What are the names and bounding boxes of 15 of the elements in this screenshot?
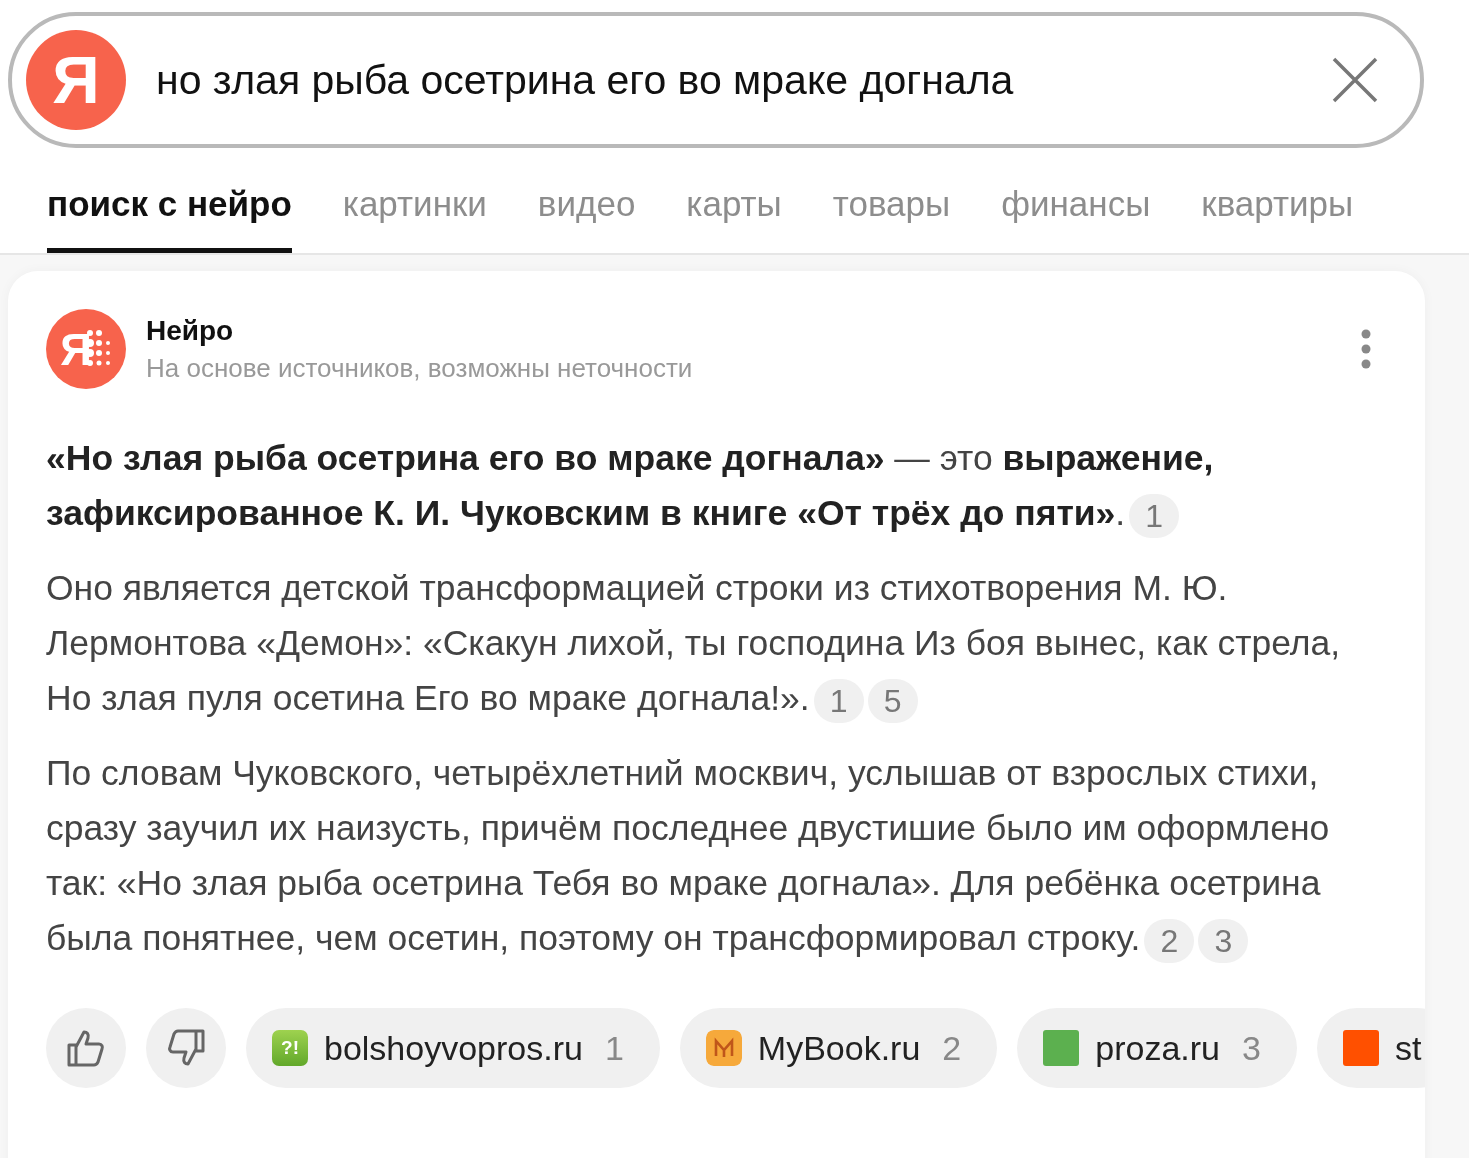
answer-paragraph: По словам Чуковского, четырёхлетний москвич, услышав от взрослых стихи, сразу заучил их наизусть, причём последнее двустишие было им оформлено так: «Но злая рыба осетрина Тебя во мраке догнала». Для ребёнка осетрина была понятнее, чем осетин, поэтому он трансформировал строку. 2 3 [46, 746, 1385, 966]
site-logo-icon: ?! [272, 1030, 308, 1066]
source-chip[interactable]: ?! bolshoyvopros.ru 1 [246, 1008, 660, 1088]
close-icon[interactable] [1330, 55, 1380, 105]
assistant-name: Нейро [146, 314, 235, 347]
answer-paragraph: Оно является детской трансформацией строки из стихотворения М. Ю. Лермонтова «Демон»: «Скакун лихой, ты господина Из боя вынес, как стрела, Но злая пуля осетина Его во мраке догнала!». 1 5 [46, 561, 1385, 726]
search-field[interactable]: но злая рыба осетрина его во мраке догнала [156, 56, 1300, 104]
source-chip[interactable]: st [1316, 1008, 1425, 1088]
site-logo-icon [705, 1030, 742, 1066]
more-icon[interactable] [1359, 329, 1373, 369]
answer-paragraph: «Но злая рыба осетрина его во мраке догнала» — это выражение, зафиксированное К. И. Чуковским в книге «От трёх до пяти». 1 [46, 431, 1385, 541]
source-chip[interactable]: proza.ru 3 [1017, 1008, 1297, 1088]
disclaimer: На основе источников, возможны неточности [146, 352, 694, 384]
source-chip[interactable]: MyBook.ru 2 [679, 1008, 998, 1088]
search-bar[interactable]: Я но злая рыба осетрина его во мраке догнала [8, 12, 1424, 148]
